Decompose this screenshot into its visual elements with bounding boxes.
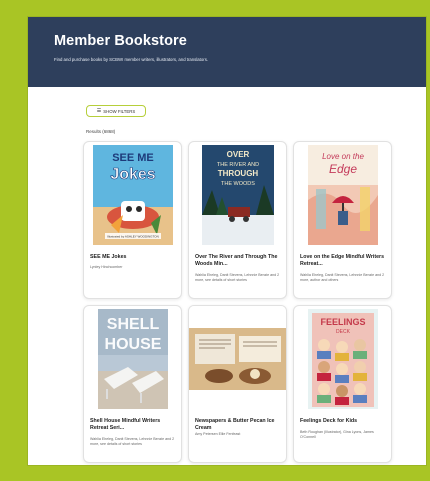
cover-title-line: FEELINGS <box>320 317 365 327</box>
filter-icon: ☰ <box>96 107 102 114</box>
book-authors: Lynley Hinchcomber <box>90 265 123 269</box>
cover-title-line: THE WOODS <box>221 181 255 187</box>
book-title: SEE ME Jokes <box>90 254 127 260</box>
bookstore-screen: Member Bookstore Find and purchase books… <box>28 17 426 465</box>
book-card[interactable]: Newspapers & Butter Pecan Ice Cream Amy … <box>188 305 287 463</box>
page-header: Member Bookstore Find and purchase books… <box>28 17 426 87</box>
cover-title-line: SEE ME <box>112 152 154 164</box>
cover-title-line: HOUSE <box>104 336 161 353</box>
book-card[interactable]: SHELL HOUSE Shell House Mindful Writers … <box>83 305 182 463</box>
page-title: Member Bookstore <box>54 33 187 49</box>
show-filters-label: SHOW FILTERS <box>103 108 136 114</box>
cover-title-line: OVER <box>226 150 249 159</box>
book-title: Feelings Deck for Kids <box>300 418 358 424</box>
book-title: Shell House Mindful Writers Retreat Seri… <box>90 418 161 432</box>
book-cover: SEE ME Jokes Illustrated by ASHLEY WOODI… <box>84 142 181 248</box>
cover-title-line: DECK <box>336 329 351 335</box>
book-authors: Amy Petersen Ellie Fenfeast <box>195 432 241 436</box>
page-subtitle: Find and purchase books by SCBWI member … <box>54 57 209 62</box>
book-card[interactable]: Love on the Edge Love on the Edge Mindfu… <box>293 141 392 299</box>
book-title: Over The River and Through The Woods Min… <box>195 254 278 268</box>
book-authors: Beth Roughan (Illustrator), Gina Lyons, … <box>300 430 374 439</box>
book-cover: FEELINGS DECK <box>294 306 391 412</box>
cover-credit: Illustrated by ASHLEY WOODINGTON <box>107 235 159 239</box>
show-filters-button[interactable]: ☰ SHOW FILTERS <box>86 105 146 117</box>
cover-title-line: Love on the <box>322 152 364 161</box>
cover-title-line: THE RIVER AND <box>216 162 258 168</box>
book-cover: Love on the Edge <box>294 142 391 248</box>
cover-title-line: SHELL <box>106 316 159 333</box>
book-cover: SHELL HOUSE <box>84 306 181 412</box>
book-cover: OVER THE RIVER AND THROUGH THE WOODS <box>189 142 286 248</box>
book-card[interactable]: OVER THE RIVER AND THROUGH THE WOODS Ove… <box>188 141 287 299</box>
results-count: Results (6868) <box>86 129 116 134</box>
book-title: Newspapers & Butter Pecan Ice Cream <box>195 418 275 432</box>
cover-title-line: THROUGH <box>217 169 258 178</box>
book-authors: Wahlia Eheleg, Danit Stevens, Lehnnie Be… <box>300 273 385 282</box>
book-card[interactable]: FEELINGS DECK Feelings Deck for Kids Bet… <box>293 305 392 463</box>
book-cover <box>189 306 286 412</box>
book-authors: Wahlia Eheleg, Danit Stevens, Lehnnie Be… <box>195 273 280 282</box>
book-title: Love on the Edge Mindful Writers Retreat… <box>300 254 385 268</box>
cover-title-line: Jokes <box>110 166 155 183</box>
cover-title-line: Edge <box>328 162 356 176</box>
book-authors: Wahlia Eheleg, Danit Stevens, Lehnnie Be… <box>90 437 175 446</box>
book-card[interactable]: SEE ME Jokes Illustrated by ASHLEY WOODI… <box>83 141 182 299</box>
